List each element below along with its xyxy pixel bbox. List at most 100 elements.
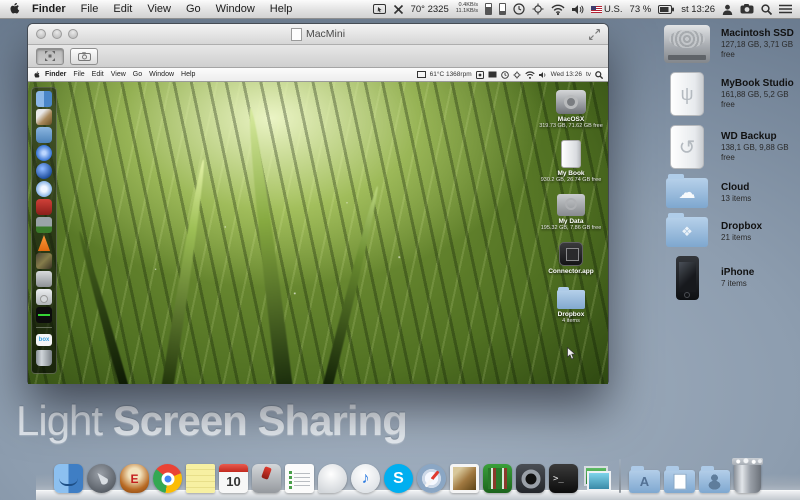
- close-button[interactable]: [36, 29, 46, 39]
- dock-finder-icon[interactable]: [54, 464, 83, 493]
- screen-sharing-icon[interactable]: [373, 4, 386, 15]
- remote-dock-finder-icon[interactable]: [36, 91, 52, 107]
- desktop-icon-iphone[interactable]: iPhone7 items: [662, 256, 798, 300]
- dock-folder-user-icon[interactable]: [699, 470, 730, 493]
- remote-dock-activity-icon[interactable]: [36, 307, 52, 323]
- remote-dock-ipod-icon[interactable]: [36, 289, 52, 305]
- remote-icon-connector-app[interactable]: Connector.app: [548, 242, 594, 275]
- zoom-button[interactable]: [68, 29, 78, 39]
- desktop-icon-cloud[interactable]: ☁Cloud13 items: [662, 178, 798, 208]
- remote-dock-itunes-icon[interactable]: [36, 145, 52, 161]
- window-titlebar[interactable]: MacMini: [28, 24, 608, 45]
- menu-finder[interactable]: Finder: [32, 3, 66, 15]
- sync-box-icon[interactable]: [476, 71, 484, 79]
- device-battery-icon[interactable]: [499, 3, 506, 15]
- minimize-button[interactable]: [52, 29, 62, 39]
- volume-icon[interactable]: [572, 4, 584, 15]
- remote-menu-file[interactable]: File: [73, 71, 84, 78]
- menu-window[interactable]: Window: [216, 3, 255, 15]
- dock-terminal-icon[interactable]: >_: [549, 464, 578, 493]
- display-icon[interactable]: [417, 71, 426, 78]
- apple-menu-icon[interactable]: [8, 3, 20, 15]
- camera-icon[interactable]: [740, 4, 754, 14]
- dock-bubble-icon[interactable]: [318, 464, 347, 493]
- menu-view[interactable]: View: [147, 3, 171, 15]
- remote-menu-finder[interactable]: Finder: [45, 71, 66, 78]
- remote-dock-trash-icon[interactable]: [36, 350, 52, 366]
- remote-volume-icon[interactable]: [539, 71, 547, 79]
- desktop-icon-wd-backup[interactable]: ↺WD Backup138,1 GB, 9,88 GB free: [662, 125, 798, 169]
- menu-edit[interactable]: Edit: [113, 3, 132, 15]
- scale-button[interactable]: [36, 48, 64, 65]
- remote-menu-view[interactable]: View: [111, 71, 126, 78]
- remote-menu-window[interactable]: Window: [149, 71, 174, 78]
- remote-menu-go[interactable]: Go: [133, 71, 142, 78]
- location-icon[interactable]: [532, 3, 544, 15]
- device-battery-icon[interactable]: [485, 3, 492, 15]
- temp-fan-reading[interactable]: 70° 2325: [411, 4, 449, 15]
- remote-wifi-icon[interactable]: [525, 71, 535, 79]
- remote-dock-iphoto-icon[interactable]: [36, 253, 52, 269]
- remote-icon-macosx[interactable]: MacOSX319.73 GB, 71.62 GB free: [539, 90, 603, 129]
- remote-icon-dropbox[interactable]: Dropbox4 items: [557, 286, 585, 324]
- dock-library-icon[interactable]: [483, 464, 512, 493]
- display-dark-icon[interactable]: [488, 71, 497, 78]
- network-rate[interactable]: 0.4KB/s 11.1KB/s: [456, 3, 478, 14]
- remote-dock-frontrow-icon[interactable]: [36, 199, 52, 215]
- remote-dock-mail-icon[interactable]: [36, 127, 52, 143]
- remote-icon-my-data[interactable]: My Data195.32 GB, 7.86 GB free: [541, 194, 602, 231]
- menubar-clock[interactable]: st 13:26: [681, 4, 715, 15]
- remote-icon-my-book[interactable]: My Book930.2 GB, 26.74 GB free: [541, 140, 602, 183]
- user-icon[interactable]: [722, 4, 733, 15]
- menu-file[interactable]: File: [81, 3, 99, 15]
- dock-espresso-icon[interactable]: [120, 464, 149, 493]
- remote-dock-vlc-icon[interactable]: [36, 235, 52, 251]
- remote-clock[interactable]: Wed 13:26: [551, 71, 582, 78]
- remote-apple-menu-icon[interactable]: [33, 71, 40, 79]
- dock-calendar-icon[interactable]: 10: [219, 464, 248, 493]
- dock-tasks-icon[interactable]: [285, 464, 314, 493]
- dock-chrome-icon[interactable]: [153, 464, 182, 493]
- screenshot-button[interactable]: [70, 48, 98, 65]
- desktop-icon-macintosh-ssd[interactable]: Macintosh SSD127,18 GB, 3,71 GB free: [662, 25, 798, 63]
- remote-dock-camera-icon[interactable]: [36, 271, 52, 287]
- desktop-icon-mybook-studio[interactable]: ψMyBook Studio161,88 GB, 5,2 GB free: [662, 72, 798, 116]
- remote-temp-fan[interactable]: 61°C 1368rpm: [430, 71, 472, 78]
- remote-location-icon[interactable]: [513, 71, 521, 79]
- wifi-icon[interactable]: [551, 4, 565, 15]
- dock-preview-icon[interactable]: [450, 464, 479, 493]
- remote-spotlight-icon[interactable]: [595, 71, 603, 79]
- app-cross-icon[interactable]: [393, 4, 404, 15]
- remote-dock-box-icon[interactable]: box: [36, 334, 52, 346]
- dock-launchpad-icon[interactable]: [87, 464, 116, 493]
- dock-skype-icon[interactable]: S: [384, 464, 413, 493]
- menu-help[interactable]: Help: [270, 3, 293, 15]
- dock-aperture-icon[interactable]: [516, 464, 545, 493]
- battery-percentage[interactable]: 73 %: [630, 4, 652, 15]
- input-language[interactable]: U.S.: [591, 4, 622, 15]
- fullscreen-icon[interactable]: [589, 29, 600, 40]
- remote-dock-safari-icon[interactable]: [36, 181, 52, 197]
- remote-menu-help[interactable]: Help: [181, 71, 195, 78]
- dock-trash-icon[interactable]: [734, 463, 761, 493]
- dock-itunes-icon[interactable]: ♪: [351, 464, 380, 493]
- dock-folder-apps-icon[interactable]: A: [629, 470, 660, 493]
- remote-dock-earth-icon[interactable]: [36, 163, 52, 179]
- remote-user-name[interactable]: tv: [586, 71, 591, 78]
- spotlight-icon[interactable]: [761, 4, 772, 15]
- menu-go[interactable]: Go: [186, 3, 201, 15]
- remote-time-machine-icon[interactable]: [501, 71, 509, 79]
- remote-desktop[interactable]: box MacOSX319.73 GB, 71.62 GB free My Boo…: [28, 82, 608, 384]
- dock-archive-icon[interactable]: [252, 464, 281, 493]
- desktop-icon-dropbox[interactable]: ❖Dropbox21 items: [662, 217, 798, 247]
- dock-folder-docs-icon[interactable]: [664, 470, 695, 493]
- dock-displays-icon[interactable]: [582, 464, 611, 493]
- notification-list-icon[interactable]: [779, 4, 792, 14]
- time-machine-icon[interactable]: [513, 3, 525, 15]
- remote-dock-device-icon[interactable]: [36, 217, 52, 233]
- remote-dock-preview-icon[interactable]: [36, 109, 52, 125]
- battery-icon[interactable]: [658, 5, 674, 14]
- remote-menu-edit[interactable]: Edit: [92, 71, 104, 78]
- dock-safari-icon[interactable]: [417, 464, 446, 493]
- dock-stickies-icon[interactable]: [186, 464, 215, 493]
